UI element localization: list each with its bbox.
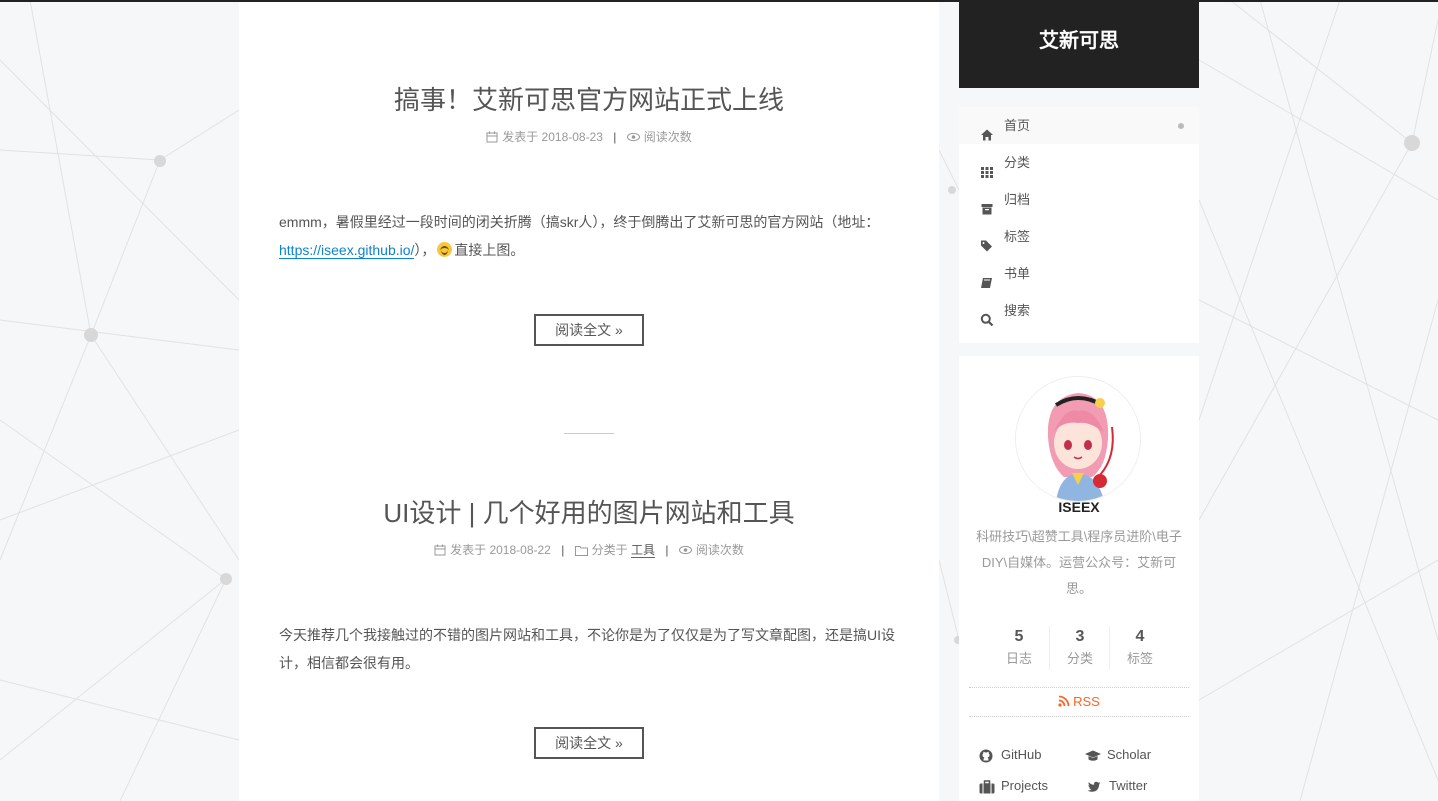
post-date: 发表于 2018-08-22 bbox=[450, 543, 551, 557]
post-views: 阅读次数 bbox=[643, 130, 692, 144]
excerpt-tail: 直接上图。 bbox=[454, 242, 525, 258]
rss-icon bbox=[1058, 689, 1070, 717]
link-label: Twitter bbox=[1109, 778, 1148, 793]
stat-label: 分类 bbox=[1066, 651, 1093, 666]
active-indicator bbox=[1178, 123, 1184, 129]
github-icon bbox=[979, 748, 993, 763]
briefcase-icon bbox=[979, 779, 995, 794]
book-icon bbox=[980, 267, 994, 288]
menu-item-archives[interactable]: 归档 bbox=[959, 181, 1199, 218]
site-nav-menu: 首页 分类 归档 标签 书单 搜索 bbox=[959, 107, 1199, 343]
menu-item-search[interactable]: 搜索 bbox=[959, 292, 1199, 329]
post-excerpt: 今天推荐几个我接触过的不错的图片网站和工具，不论你是为了仅仅是为了写文章配图，还… bbox=[279, 627, 895, 671]
calendar-icon bbox=[434, 544, 446, 559]
menu-item-booklist[interactable]: 书单 bbox=[959, 255, 1199, 292]
menu-label: 书单 bbox=[1004, 266, 1031, 281]
site-title[interactable]: 艾新可思 bbox=[959, 2, 1199, 88]
post-list: 搞事！艾新可思官方网站正式上线 发表于 2018-08-23 | 阅读次数 em… bbox=[239, 2, 939, 801]
link-scholar[interactable]: Scholar bbox=[1085, 744, 1175, 766]
folder-icon bbox=[574, 545, 588, 559]
archive-icon bbox=[980, 193, 994, 215]
post-date: 发表于 2018-08-23 bbox=[502, 130, 603, 144]
post-divider bbox=[564, 433, 614, 434]
stat-label: 日志 bbox=[1005, 651, 1032, 666]
stat-categories[interactable]: 3 分类 bbox=[1049, 626, 1110, 670]
read-more-button[interactable]: 阅读全文 » bbox=[534, 727, 644, 759]
link-projects[interactable]: Projects bbox=[979, 775, 1079, 797]
eye-icon bbox=[678, 544, 692, 559]
twitter-icon bbox=[1087, 779, 1101, 793]
menu-label: 搜索 bbox=[1004, 303, 1031, 318]
author-name: ISEEX bbox=[1058, 499, 1100, 515]
author-profile: ISEEX 科研技巧\超赞工具\程序员进阶\电子DIY\自媒体。运营公众号：艾新… bbox=[959, 356, 1199, 801]
stat-label: 标签 bbox=[1126, 651, 1153, 666]
post-views: 阅读次数 bbox=[695, 543, 744, 557]
calendar-icon bbox=[486, 131, 498, 146]
menu-item-categories[interactable]: 分类 bbox=[959, 144, 1199, 181]
menu-label: 归档 bbox=[1004, 192, 1031, 207]
post-title[interactable]: 搞事！艾新可思官方网站正式上线 bbox=[239, 80, 939, 117]
read-more-button[interactable]: 阅读全文 » bbox=[534, 314, 644, 346]
menu-item-tags[interactable]: 标签 bbox=[959, 218, 1199, 255]
graduation-cap-icon bbox=[1085, 748, 1101, 762]
excerpt-text-after-link: ）， bbox=[414, 242, 436, 258]
link-label: Projects bbox=[1001, 778, 1048, 793]
excerpt-text: emmm，暑假里经过一段时间的闭关折腾（搞skr人），终于倒腾出了艾新可思的官方… bbox=[279, 214, 880, 230]
link-github[interactable]: GitHub bbox=[979, 744, 1069, 766]
site-stats: 5 日志 3 分类 4 标签 bbox=[989, 626, 1169, 670]
stat-tags[interactable]: 4 标签 bbox=[1109, 626, 1170, 670]
post-excerpt: emmm，暑假里经过一段时间的闭关折腾（搞skr人），终于倒腾出了艾新可思的官方… bbox=[279, 208, 901, 264]
link-twitter[interactable]: Twitter bbox=[1087, 775, 1177, 797]
site-link[interactable]: https://iseex.github.io/ bbox=[279, 242, 415, 259]
menu-label: 标签 bbox=[1004, 229, 1031, 244]
stat-count: 5 bbox=[1014, 628, 1024, 645]
search-icon bbox=[980, 304, 994, 327]
rss-link[interactable]: RSS bbox=[969, 687, 1189, 717]
post-title[interactable]: UI设计 | 几个好用的图片网站和工具 bbox=[239, 493, 939, 530]
stat-count: 4 bbox=[1135, 628, 1145, 645]
eye-icon bbox=[626, 131, 640, 146]
link-label: GitHub bbox=[1001, 747, 1042, 762]
stat-count: 3 bbox=[1075, 628, 1085, 645]
rss-label: RSS bbox=[1073, 694, 1100, 709]
category-prefix: 分类于 bbox=[591, 543, 628, 557]
author-description: 科研技巧\超赞工具\程序员进阶\电子DIY\自媒体。运营公众号：艾新可思。 bbox=[976, 529, 1182, 596]
menu-item-home[interactable]: 首页 bbox=[959, 107, 1199, 144]
menu-label: 首页 bbox=[1004, 118, 1031, 133]
th-grid-icon bbox=[980, 156, 994, 178]
category-link[interactable]: 工具 bbox=[631, 543, 656, 558]
tags-icon bbox=[980, 230, 994, 252]
post-meta: 发表于 2018-08-22 | 分类于 工具 | 阅读次数 bbox=[239, 541, 939, 559]
smile-emoji-icon bbox=[437, 242, 453, 257]
link-label: Scholar bbox=[1107, 747, 1152, 762]
top-border bbox=[0, 0, 1438, 2]
stat-posts[interactable]: 5 日志 bbox=[989, 626, 1049, 670]
home-icon bbox=[980, 119, 994, 141]
menu-label: 分类 bbox=[1004, 155, 1031, 170]
post-meta: 发表于 2018-08-23 | 阅读次数 bbox=[239, 128, 939, 146]
avatar bbox=[1015, 376, 1141, 502]
